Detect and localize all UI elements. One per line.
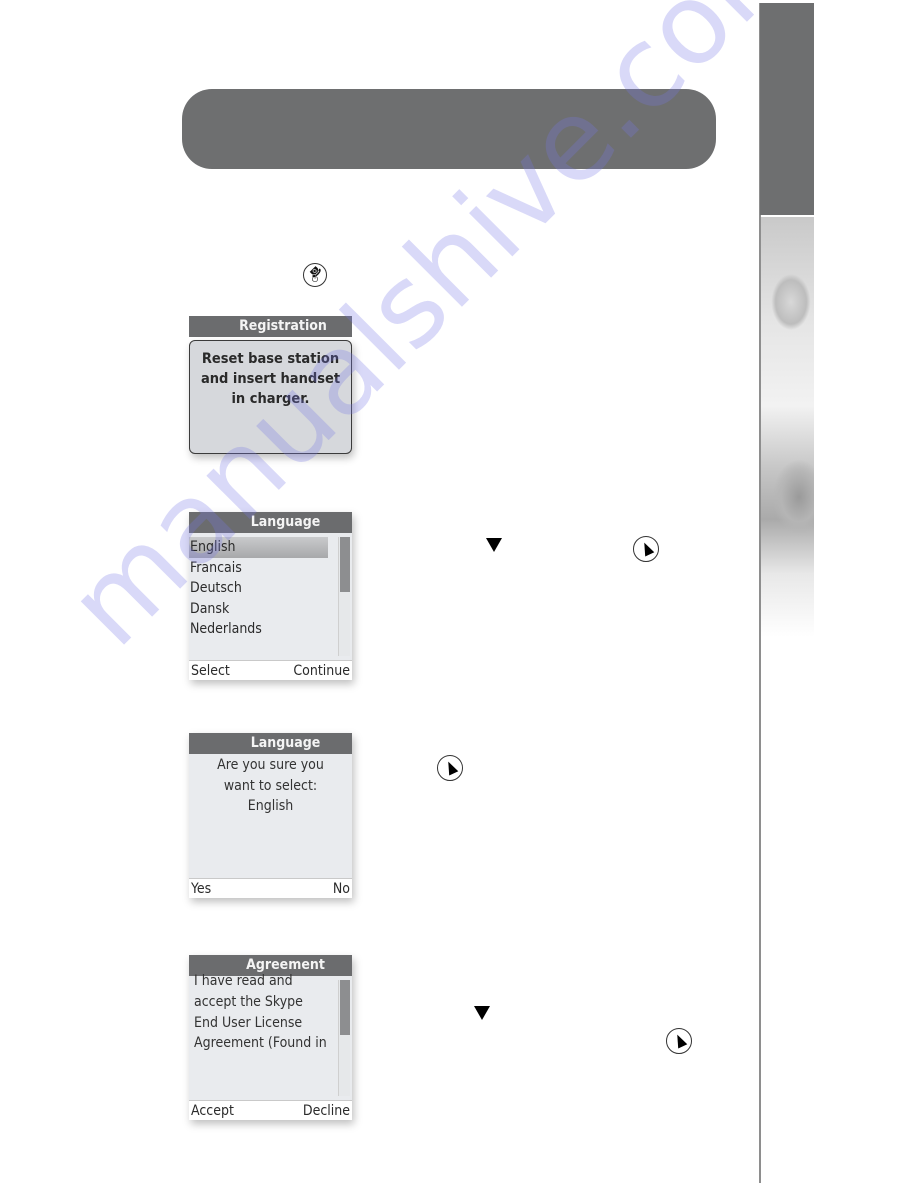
screen-title: Registration bbox=[189, 316, 352, 337]
message-line: accept the Skype bbox=[194, 993, 303, 1010]
softkey-bar: Yes No bbox=[189, 878, 352, 898]
scrollbar[interactable] bbox=[338, 980, 350, 1096]
language-confirm-screen: Language Are you sure you want to select… bbox=[189, 733, 352, 898]
registration-screen: Registration Reset base station and inse… bbox=[189, 316, 352, 456]
message-line: want to select: bbox=[223, 777, 318, 794]
message-line: End User License bbox=[194, 1014, 303, 1031]
softkey-yes[interactable]: Yes bbox=[191, 881, 211, 897]
softkey-bar: Select Continue bbox=[189, 660, 352, 680]
chapter-tab bbox=[760, 3, 814, 215]
softkey-continue[interactable]: Continue bbox=[293, 663, 350, 679]
language-item-nederlands[interactable]: Nederlands bbox=[189, 619, 336, 640]
scrollbar-thumb[interactable] bbox=[340, 537, 350, 592]
message-line: in charger. bbox=[231, 391, 310, 407]
scrollbar[interactable] bbox=[338, 537, 350, 656]
down-arrow-icon bbox=[486, 538, 502, 552]
message-line: Are you sure you bbox=[217, 757, 324, 773]
language-list: English Francais Deutsch Dansk Nederland… bbox=[189, 537, 336, 640]
nav-select-key-icon bbox=[437, 755, 463, 781]
language-item-english[interactable]: English bbox=[189, 537, 328, 558]
softkey-no[interactable]: No bbox=[333, 881, 350, 897]
nav-select-key-icon bbox=[666, 1028, 692, 1054]
softkey-accept[interactable]: Accept bbox=[191, 1103, 234, 1119]
message-line: and insert handset bbox=[200, 371, 341, 387]
end-call-power-icon: ☎ ⏻ bbox=[303, 262, 327, 287]
softkey-bar: Accept Decline bbox=[189, 1100, 352, 1120]
screen-title: Language bbox=[189, 512, 352, 533]
scrollbar-thumb[interactable] bbox=[340, 980, 350, 1035]
registration-message: Reset base station and insert handset in… bbox=[189, 340, 352, 454]
down-arrow-icon bbox=[474, 1006, 490, 1020]
message-line: I have read and bbox=[194, 973, 293, 989]
softkey-select[interactable]: Select bbox=[191, 663, 230, 679]
nav-select-key-icon bbox=[633, 536, 659, 562]
message-line: English bbox=[247, 798, 294, 814]
message-line: Reset base station bbox=[201, 351, 340, 367]
confirm-message: Are you sure you want to select: English bbox=[189, 755, 352, 817]
agreement-text: I have read and accept the Skype End Use… bbox=[194, 971, 336, 1054]
message-line: Agreement (Found in bbox=[194, 1035, 327, 1052]
screen-title: Language bbox=[189, 733, 352, 754]
language-item-francais[interactable]: Francais bbox=[189, 558, 336, 579]
language-list-screen: Language English Francais Deutsch Dansk … bbox=[189, 512, 352, 680]
softkey-decline[interactable]: Decline bbox=[303, 1103, 350, 1119]
language-item-dansk[interactable]: Dansk bbox=[189, 599, 336, 620]
agreement-screen: Agreement I have read and accept the Sky… bbox=[189, 955, 352, 1120]
side-photo bbox=[761, 217, 814, 637]
language-item-deutsch[interactable]: Deutsch bbox=[189, 578, 336, 599]
section-title-bar bbox=[182, 89, 716, 169]
